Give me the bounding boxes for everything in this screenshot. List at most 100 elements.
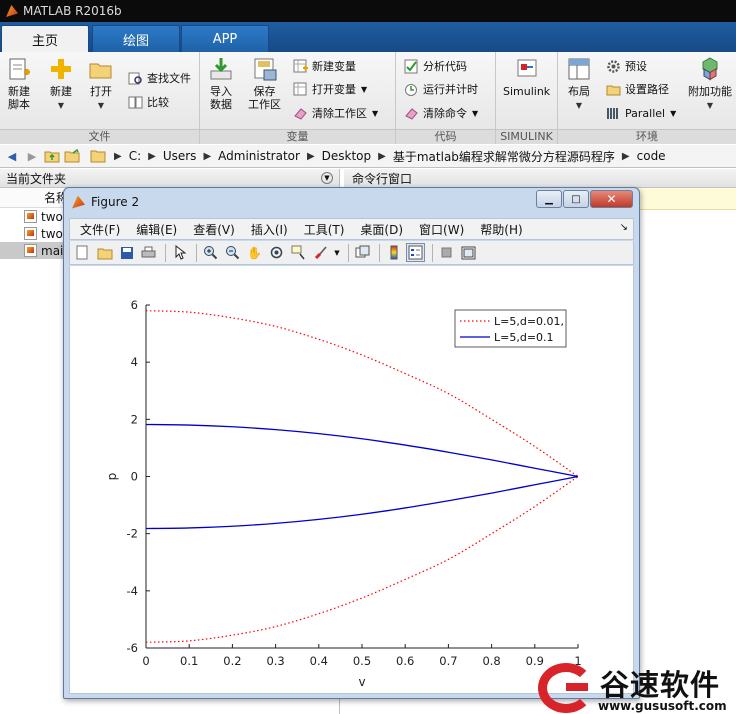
compare-button[interactable]: 比较 — [128, 92, 169, 112]
zoom-in-icon[interactable] — [201, 243, 220, 262]
breadcrumb-item[interactable]: Users — [163, 149, 197, 163]
pan-icon[interactable]: ✋ — [245, 243, 264, 262]
maximize-button[interactable]: □ — [563, 190, 589, 208]
save-icon[interactable] — [117, 243, 136, 262]
plot-area[interactable]: 0 0.1 0.2 0.3 0.4 0.5 0.6 0.7 0.8 0.9 1 6 4 2 0 -2 -4 -6 v… — [69, 266, 634, 694]
open-button[interactable]: 打开 ▼ — [88, 56, 114, 112]
open-variable-icon — [293, 82, 307, 95]
new-script-button[interactable]: 新建 脚本 — [6, 56, 32, 111]
breadcrumb-separator-icon: ▶ — [114, 150, 122, 162]
x-tick-label: 0.3 — [266, 654, 284, 668]
up-folder-icon[interactable] — [44, 148, 60, 164]
figure-title-bar[interactable]: Figure 2 ▁ □ ✕ — [64, 188, 639, 216]
x-tick-label: 0.4 — [310, 654, 328, 668]
watermark-logo: 谷速软件 www.gususoft.com — [536, 661, 736, 714]
minimize-button[interactable]: ▁ — [536, 190, 562, 208]
menu-desktop[interactable]: 桌面(D) — [360, 221, 403, 238]
window-controls: ▁ □ ✕ — [535, 190, 633, 208]
chevron-down-icon: ▼ — [361, 84, 368, 94]
breadcrumb-separator-icon: ▶ — [306, 150, 315, 162]
new-button[interactable]: 新建 ▼ — [48, 56, 74, 112]
chevron-down-icon: ▼ — [472, 108, 479, 118]
data-cursor-icon[interactable] — [289, 243, 308, 262]
breadcrumb-separator-icon: ▶ — [378, 150, 386, 162]
figure-window[interactable]: Figure 2 ▁ □ ✕ 文件(F) 编辑(E) 查看(V) 插入(I) 工… — [63, 187, 640, 699]
colorbar-icon[interactable] — [384, 243, 403, 262]
open-variable-button[interactable]: 打开变量 ▼ — [293, 79, 367, 99]
app-title-bar: MATLAB R2016b — [0, 0, 736, 22]
run-and-time-button[interactable]: 运行并计时 — [404, 79, 478, 99]
preferences-button[interactable]: 预设 — [606, 56, 647, 76]
breadcrumb-item[interactable]: C: — [129, 149, 141, 163]
address-bar: ◀ ▶ ▶ C: ▶ Users ▶ Administrator ▶ Deskt… — [0, 145, 736, 168]
y-tick-label: -2 — [127, 527, 138, 541]
open-icon[interactable] — [95, 243, 114, 262]
browse-folder-icon[interactable] — [64, 148, 80, 164]
menu-file[interactable]: 文件(F) — [80, 221, 120, 238]
plus-icon — [51, 59, 71, 79]
menu-edit[interactable]: 编辑(E) — [136, 221, 177, 238]
y-tick-label: 2 — [131, 412, 138, 426]
simulink-button[interactable]: Simulink — [503, 56, 550, 98]
panel-menu-icon[interactable]: ▼ — [321, 172, 333, 184]
breadcrumb-separator-icon: ▶ — [203, 150, 212, 162]
menu-view[interactable]: 查看(V) — [193, 221, 235, 238]
chevron-down-icon[interactable]: ▼ — [333, 243, 341, 262]
print-icon[interactable] — [139, 243, 158, 262]
menu-insert[interactable]: 插入(I) — [251, 221, 288, 238]
clear-commands-button[interactable]: 清除命令 ▼ — [404, 103, 478, 123]
find-files-button[interactable]: 查找文件 — [128, 68, 191, 88]
new-figure-icon[interactable] — [73, 243, 92, 262]
line-chart[interactable]: 0 0.1 0.2 0.3 0.4 0.5 0.6 0.7 0.8 0.9 16420-2-4-6v… — [70, 266, 635, 694]
addons-button[interactable]: 附加功能 ▼ — [688, 56, 732, 112]
watermark-brand: 谷速软件 — [600, 668, 721, 702]
tab-apps[interactable]: APP — [181, 25, 269, 52]
show-plot-tools-icon[interactable] — [459, 243, 478, 262]
figure-menu-bar: 文件(F) 编辑(E) 查看(V) 插入(I) 工具(T) 桌面(D) 窗口(W… — [69, 218, 634, 240]
back-arrow-icon[interactable]: ◀ — [4, 148, 20, 164]
rotate-icon[interactable] — [267, 243, 286, 262]
new-script-icon — [9, 58, 30, 80]
menu-help[interactable]: 帮助(H) — [480, 221, 522, 238]
ribbon-group-environment: 布局 ▼ 预设 设置路径 Parallel ▼ 附加功能 ▼ 环境 — [558, 52, 736, 144]
tab-plots[interactable]: 绘图 — [92, 25, 180, 52]
clear-workspace-icon — [294, 107, 307, 120]
brush-icon[interactable] — [311, 243, 330, 262]
dock-arrow-icon[interactable]: ↘ — [620, 222, 628, 233]
hide-plot-tools-icon[interactable] — [437, 243, 456, 262]
close-button[interactable]: ✕ — [590, 190, 633, 208]
matlab-logo-icon — [6, 5, 18, 17]
clear-workspace-button[interactable]: 清除工作区 ▼ — [293, 103, 378, 123]
group-label-environment: 环境 — [558, 129, 736, 144]
group-label-file: 文件 — [0, 129, 199, 144]
breadcrumb-item[interactable]: code — [637, 149, 666, 163]
layout-button[interactable]: 布局 ▼ — [566, 56, 592, 112]
tab-home[interactable]: 主页 — [1, 25, 89, 52]
x-tick-label: 0.2 — [223, 654, 241, 668]
set-path-button[interactable]: 设置路径 — [606, 79, 669, 99]
breadcrumb-item[interactable]: Administrator — [218, 149, 300, 163]
x-axis-label: v — [358, 675, 365, 689]
y-axis-label: p — [105, 473, 119, 481]
breadcrumb-item[interactable]: Desktop — [322, 149, 372, 163]
new-variable-button[interactable]: 新建变量 — [293, 56, 356, 76]
import-data-button[interactable]: 导入 数据 — [208, 56, 234, 111]
ribbon-group-file: 新建 脚本 新建 ▼ 打开 ▼ 查找文件 比较 文件 — [0, 52, 200, 144]
import-data-icon — [210, 58, 232, 80]
y-tick-label: 6 — [131, 298, 138, 312]
parallel-button[interactable]: Parallel ▼ — [606, 103, 676, 123]
legend-icon[interactable] — [406, 243, 425, 262]
menu-window[interactable]: 窗口(W) — [419, 221, 464, 238]
analyze-code-button[interactable]: 分析代码 — [404, 56, 467, 76]
save-workspace-button[interactable]: 保存 工作区 — [248, 56, 281, 111]
find-files-icon — [128, 72, 142, 84]
breadcrumb-item[interactable]: 基于matlab编程求解常微分方程源码程序 — [393, 148, 615, 165]
ribbon-group-variable: 导入 数据 保存 工作区 新建变量 打开变量 ▼ 清除工作区 ▼ 变量 — [200, 52, 396, 144]
menu-tools[interactable]: 工具(T) — [304, 221, 345, 238]
figure-toolbar: ✋ ▼ — [69, 241, 634, 265]
forward-arrow-icon[interactable]: ▶ — [24, 148, 40, 164]
maximize-icon: □ — [571, 193, 581, 205]
pointer-icon[interactable] — [170, 243, 189, 262]
zoom-out-icon[interactable] — [223, 243, 242, 262]
link-icon[interactable] — [353, 243, 372, 262]
